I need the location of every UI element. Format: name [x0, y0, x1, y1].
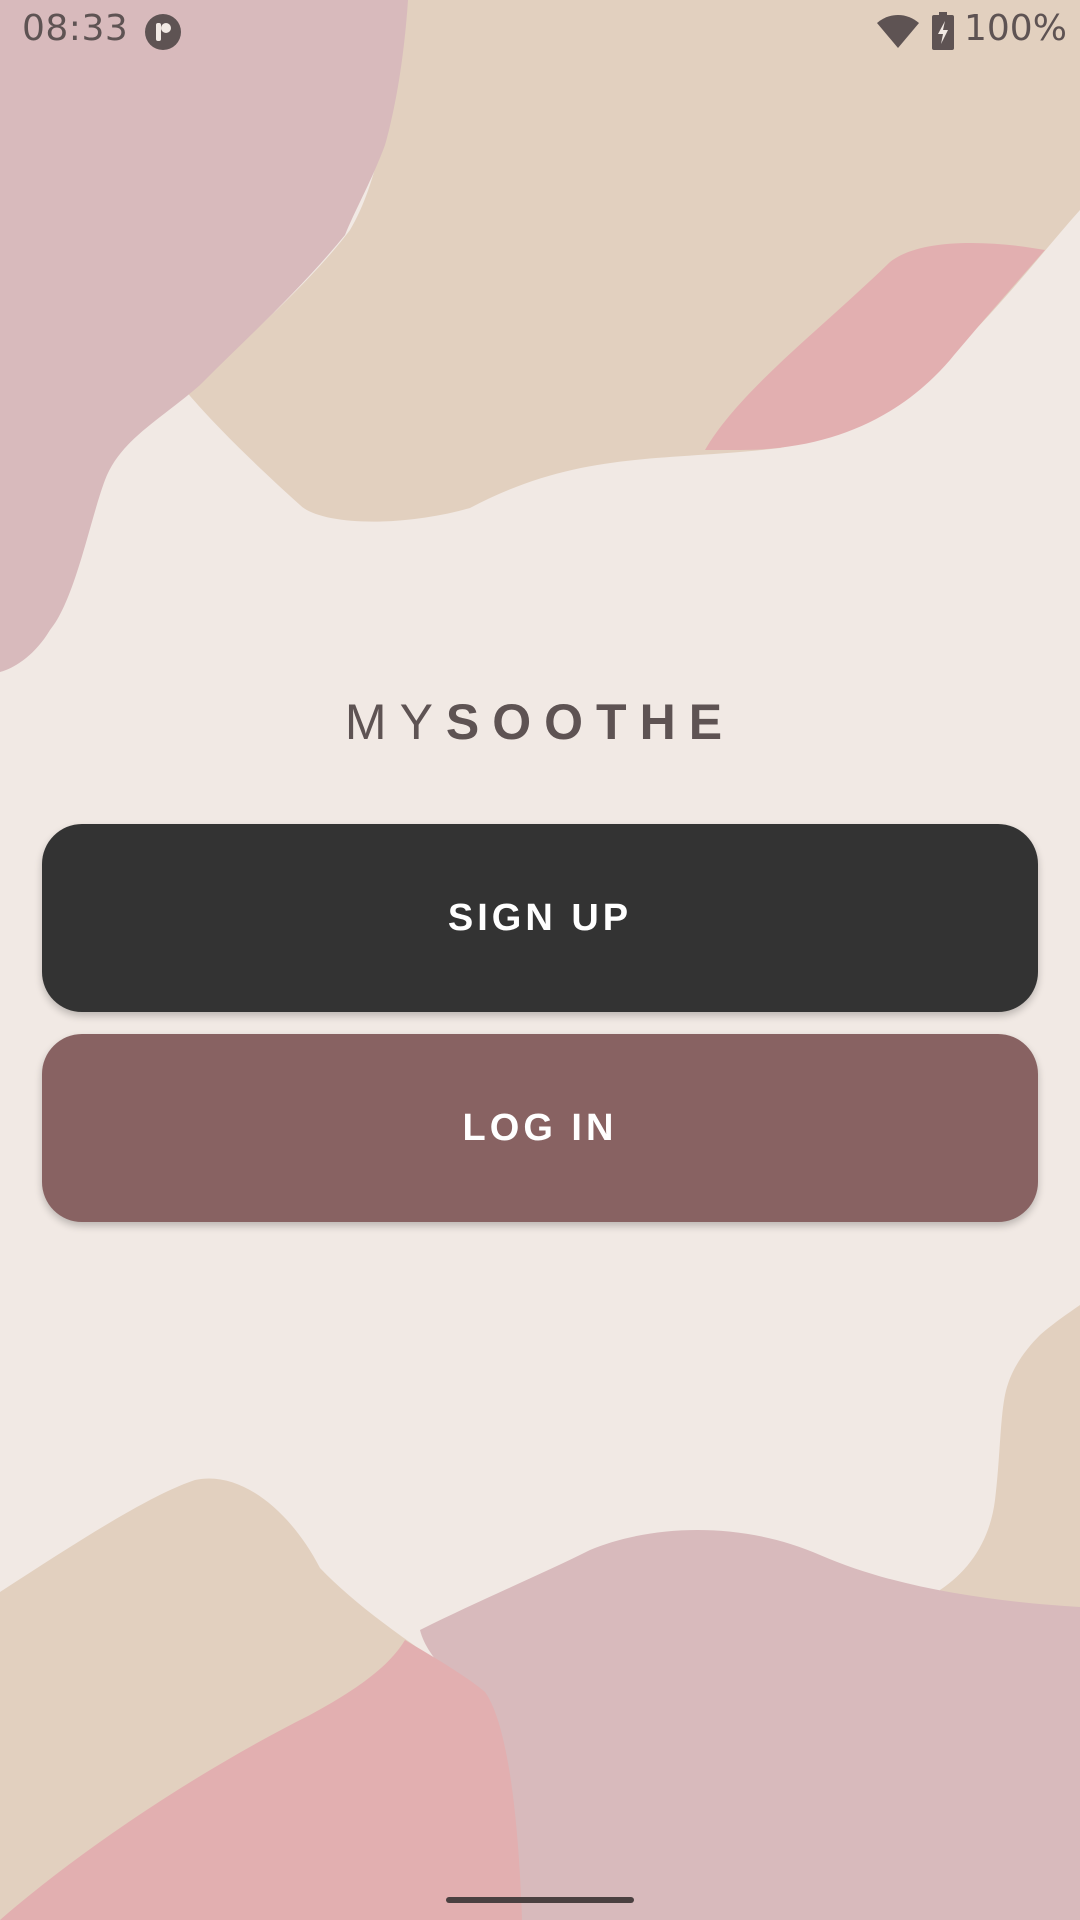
wifi-icon	[877, 15, 919, 48]
logo-prefix: MY	[344, 694, 446, 750]
log-in-button[interactable]: LOG IN	[42, 1034, 1038, 1222]
app-logo: MYSOOTHE	[0, 690, 1080, 754]
welcome-screen: 08:33 100% MYSOOTHE SIGN UP LOG IN	[0, 0, 1080, 1920]
status-bar: 08:33 100%	[0, 0, 1080, 64]
sign-up-button[interactable]: SIGN UP	[42, 824, 1038, 1012]
battery-percentage: 100%	[964, 8, 1067, 49]
logo-name: SOOTHE	[445, 694, 736, 750]
battery-charging-icon	[932, 12, 954, 50]
gesture-navigation-bar[interactable]	[446, 1897, 634, 1903]
app-notification-icon	[145, 14, 181, 50]
status-time: 08:33	[22, 8, 129, 49]
